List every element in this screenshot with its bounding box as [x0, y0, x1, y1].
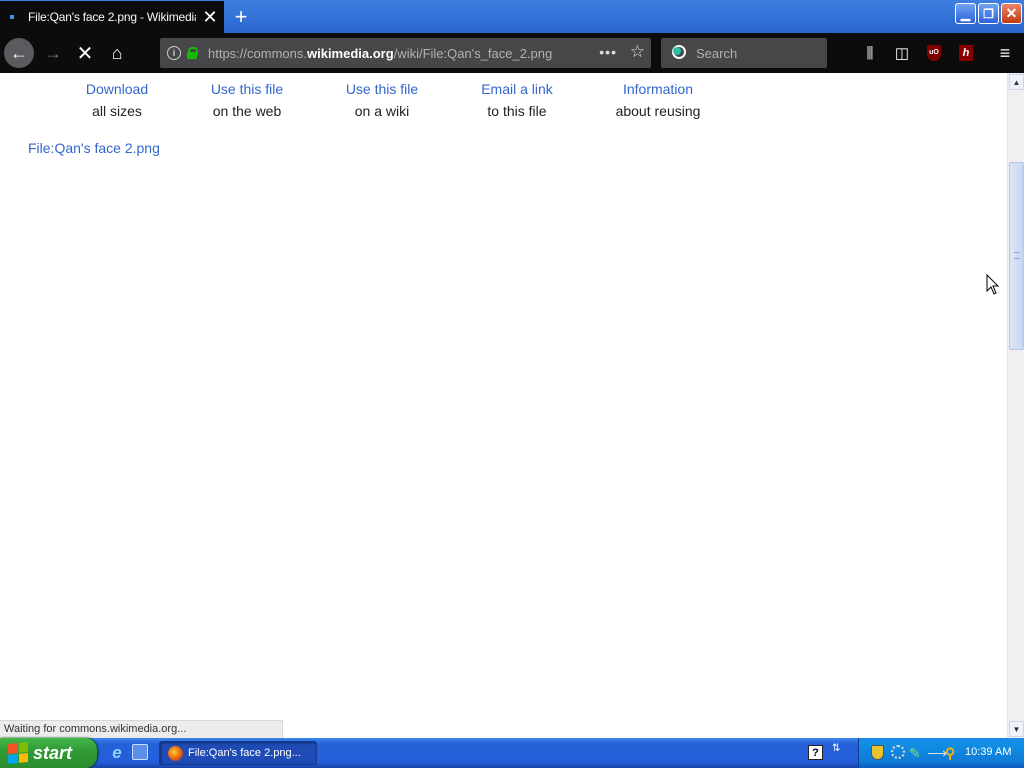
- search-placeholder: Search: [696, 45, 738, 61]
- share-use-on-wiki: Use this file on a wiki: [335, 78, 429, 122]
- library-icon[interactable]: ⫼: [858, 41, 882, 65]
- navigation-toolbar: ← → ✕ ⌂ i https://commons.wikimedia.org/…: [0, 33, 1024, 73]
- information-link[interactable]: Information: [605, 78, 711, 100]
- scrollbar-thumb[interactable]: [1009, 162, 1024, 350]
- scroll-up-arrow-icon[interactable]: ▲: [1009, 74, 1024, 90]
- scroll-down-arrow-icon[interactable]: ▼: [1009, 721, 1024, 737]
- information-caption: about reusing: [615, 103, 701, 119]
- use-on-wiki-caption: on a wiki: [354, 103, 410, 119]
- url-path: /wiki/File:Qan's_face_2.png: [393, 45, 553, 61]
- tray-app-icon[interactable]: ✎: [909, 745, 925, 761]
- network-icon[interactable]: [891, 745, 907, 761]
- start-label: start: [33, 742, 73, 763]
- page-actions-icon[interactable]: •••: [599, 44, 617, 60]
- address-bar[interactable]: i https://commons.wikimedia.org/wiki/Fil…: [160, 38, 651, 68]
- back-arrow-icon: ←: [4, 38, 34, 68]
- wikimedia-favicon-icon: [6, 9, 22, 25]
- url-host: wikimedia.org: [306, 45, 394, 61]
- ublock-badge: uO: [927, 45, 941, 61]
- use-on-web-caption: on the web: [212, 103, 282, 119]
- url-text[interactable]: https://commons.wikimedia.org/wiki/File:…: [208, 46, 552, 61]
- share-use-on-web: Use this file on the web: [200, 78, 294, 122]
- flag-quadrant: [18, 741, 28, 753]
- network-shape: [891, 745, 905, 759]
- flag-quadrant: [8, 743, 18, 754]
- status-bar: Waiting for commons.wikimedia.org...: [0, 720, 283, 738]
- download-caption: all sizes: [92, 103, 142, 119]
- download-link[interactable]: Download: [77, 78, 157, 100]
- windows-flag-icon: [8, 741, 28, 765]
- usb-device-icon[interactable]: ⟶: [927, 745, 947, 761]
- extension-icon[interactable]: h: [954, 41, 978, 65]
- taskbar: start e File:Qan's face 2.png... ? ⇅ ✎ ⟶…: [0, 738, 1024, 768]
- ublock-origin-icon[interactable]: uO: [922, 41, 946, 65]
- file-title-link[interactable]: File:Qan's face 2.png: [28, 140, 160, 156]
- shield-shape: [871, 745, 884, 760]
- clock[interactable]: 10:39 AM: [965, 746, 1011, 758]
- use-on-wiki-link[interactable]: Use this file: [335, 78, 429, 100]
- taskbar-firefox-button[interactable]: File:Qan's face 2.png...: [159, 741, 317, 765]
- flag-quadrant: [18, 752, 28, 763]
- window-close-button[interactable]: ✕: [1001, 3, 1022, 24]
- stop-loading-button[interactable]: ✕: [69, 37, 101, 69]
- new-tab-button[interactable]: +: [228, 4, 254, 30]
- show-desktop-icon[interactable]: [132, 744, 148, 760]
- window-minimize-button[interactable]: ▁: [955, 3, 976, 24]
- use-on-web-link[interactable]: Use this file: [200, 78, 294, 100]
- bookmark-star-icon[interactable]: ☆: [630, 42, 645, 62]
- mouse-pointer-icon: [986, 274, 1000, 295]
- start-button[interactable]: start: [0, 738, 97, 768]
- home-button[interactable]: ⌂: [101, 37, 133, 69]
- sidebar-toggle-icon[interactable]: ◫: [890, 41, 914, 65]
- search-box[interactable]: Search: [661, 38, 827, 68]
- hamburger-menu-icon[interactable]: ≡: [993, 41, 1017, 65]
- share-information: Information about reusing: [605, 78, 711, 122]
- tab-close-icon[interactable]: ✕: [200, 7, 220, 27]
- system-tray: ✎ ⟶ ⚲ 10:39 AM: [858, 738, 1024, 768]
- secure-lock-icon[interactable]: [187, 47, 198, 59]
- search-tray-icon[interactable]: ⚲: [945, 745, 961, 761]
- forward-button[interactable]: →: [37, 37, 69, 69]
- email-caption: to this file: [487, 103, 547, 119]
- tab-strip: File:Qan's face 2.png - Wikimedia Common…: [0, 0, 1024, 33]
- internet-explorer-icon[interactable]: e: [108, 744, 126, 762]
- back-button[interactable]: ←: [3, 37, 35, 69]
- share-download: Download all sizes: [77, 78, 157, 122]
- flag-quadrant: [8, 753, 18, 765]
- security-shield-icon[interactable]: [871, 745, 887, 761]
- tab-wikimedia-file[interactable]: File:Qan's face 2.png - Wikimedia Common…: [0, 1, 224, 33]
- window-maximize-button[interactable]: ❐: [978, 3, 999, 24]
- firefox-icon: [168, 745, 183, 761]
- page-content: Download all sizes Use this file on the …: [0, 73, 1007, 738]
- share-email-link: Email a link to this file: [471, 78, 563, 122]
- taskbar-button-label: File:Qan's face 2.png...: [188, 747, 301, 759]
- email-link[interactable]: Email a link: [471, 78, 563, 100]
- site-info-icon[interactable]: i: [167, 46, 181, 60]
- extension-badge: h: [959, 45, 973, 61]
- tab-title: File:Qan's face 2.png - Wikimedia Common…: [28, 10, 196, 24]
- help-icon[interactable]: ?: [808, 745, 823, 760]
- url-prefix: https://commons.: [208, 45, 307, 61]
- vertical-scrollbar[interactable]: ▲ ▼: [1007, 73, 1024, 738]
- language-bar-icon[interactable]: ⇅: [832, 743, 840, 754]
- search-engine-icon: [670, 44, 688, 62]
